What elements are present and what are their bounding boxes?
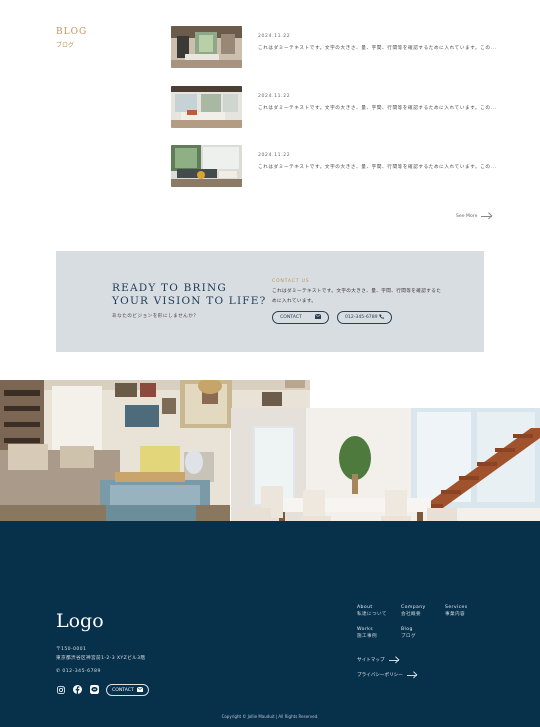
blog-post[interactable]: 2024.11.22 これはダミーテキストです。文字の大きさ、量、字間、行間等を… — [171, 144, 496, 188]
privacy-policy-link[interactable]: プライバシーポリシー — [357, 672, 417, 678]
copyright-text: Copyright © Jollie Mauduit | All Rights … — [221, 714, 319, 719]
blog-post-date: 2024.11.22 — [258, 33, 291, 39]
contact-button[interactable]: CONTACT — [272, 311, 329, 324]
footer-nav-label: Services — [445, 605, 468, 610]
footer-nav-label: Company — [401, 605, 426, 610]
phone-button-label: 012-345-6789 — [345, 315, 378, 320]
footer-nav-sublabel: 施工事例 — [357, 633, 377, 639]
blog-post-date: 2024.11.22 — [258, 152, 291, 158]
footer-nav-about[interactable]: About 私達について — [357, 605, 387, 618]
line-icon[interactable] — [90, 685, 99, 694]
privacy-policy-label: プライバシーポリシー — [357, 673, 403, 678]
blog-subtitle: ブログ — [56, 42, 75, 49]
cta-banner: READY TO BRING YOUR VISION TO LIFE? あなたの… — [56, 251, 484, 352]
instagram-icon[interactable] — [56, 685, 65, 694]
cta-headline-line1: READY TO BRING — [112, 282, 227, 294]
footer-nav-company[interactable]: Company 会社概要 — [401, 605, 426, 618]
blog-post-excerpt[interactable]: これはダミーテキストです。文字の大きさ、量、字間、行間等を確認するために入れてい… — [258, 164, 497, 170]
blog-post-date: 2024.11.22 — [258, 93, 291, 99]
footer-nav-sublabel: 私達について — [357, 611, 387, 617]
see-more-link[interactable]: See More — [456, 214, 493, 219]
footer-postal-code: 〒150-0001 — [56, 647, 87, 652]
footer-contact-button-label: CONTACT — [112, 687, 134, 693]
facebook-icon[interactable] — [73, 685, 82, 694]
blog-post-thumbnail[interactable] — [171, 145, 242, 187]
sitemap-link[interactable]: サイトマップ — [357, 657, 399, 663]
footer-nav-sublabel: ブログ — [401, 633, 416, 639]
footer-phone[interactable]: ✆ 012-345-6789 — [56, 669, 101, 674]
footer-logo[interactable]: Logo — [56, 610, 104, 632]
blog-post[interactable]: 2024.11.22 これはダミーテキストです。文字の大きさ、量、字間、行間等を… — [171, 25, 496, 69]
footer-address: 〒150-0001 東京都渋谷区神宮前1-2-3 XYZビル3階 — [56, 645, 146, 663]
mail-icon — [314, 313, 322, 321]
cta-headline-subtitle: あなたのビジョンを形にしませんか？ — [112, 314, 199, 319]
phone-icon — [379, 314, 384, 321]
social-links — [56, 685, 99, 694]
footer-nav-services[interactable]: Services 事業内容 — [445, 605, 468, 618]
blog-post[interactable]: 2024.11.22 これはダミーテキストです。文字の大きさ、量、字間、行間等を… — [171, 85, 496, 129]
footer-nav-blog[interactable]: Blog ブログ — [401, 627, 416, 640]
sitemap-label: サイトマップ — [357, 658, 385, 663]
footer-phone-number: 012-345-6789 — [62, 669, 101, 674]
mail-icon — [136, 686, 144, 694]
see-more-label: See More — [456, 214, 478, 219]
blog-title: BLOG — [56, 27, 88, 37]
blog-post-thumbnail[interactable] — [171, 26, 242, 68]
blog-heading: BLOG ブログ — [56, 27, 87, 49]
cta-description: これはダミーテキストです。文字の大きさ、量、字間、行間等を確認するために入れてい… — [272, 289, 442, 304]
phone-icon: ✆ — [56, 669, 61, 674]
arrow-right-icon — [388, 659, 399, 661]
footer-street-address: 東京都渋谷区神宮前1-2-3 XYZビル3階 — [56, 656, 146, 661]
cta-label: CONTACT US — [272, 279, 310, 284]
footer-nav-works[interactable]: Works 施工事例 — [357, 627, 377, 640]
cta-headline-line2: YOUR VISION TO LIFE? — [112, 295, 267, 307]
site-footer: Logo 〒150-0001 東京都渋谷区神宮前1-2-3 XYZビル3階 ✆ … — [0, 521, 540, 727]
blog-post-excerpt[interactable]: これはダミーテキストです。文字の大きさ、量、字間、行間等を確認するために入れてい… — [258, 105, 497, 111]
footer-nav-sublabel: 会社概要 — [401, 611, 421, 617]
footer-contact-button[interactable]: CONTACT — [106, 684, 149, 696]
arrow-right-icon — [406, 674, 417, 676]
arrow-right-icon — [481, 216, 493, 217]
cta-headline: READY TO BRING YOUR VISION TO LIFE? — [112, 282, 267, 308]
phone-button[interactable]: 012-345-6789 — [337, 311, 392, 324]
blog-post-excerpt[interactable]: これはダミーテキストです。文字の大きさ、量、字間、行間等を確認するために入れてい… — [258, 45, 497, 51]
blog-post-thumbnail[interactable] — [171, 86, 242, 128]
contact-button-label: CONTACT — [280, 315, 302, 320]
footer-nav-sublabel: 事業内容 — [445, 611, 465, 617]
